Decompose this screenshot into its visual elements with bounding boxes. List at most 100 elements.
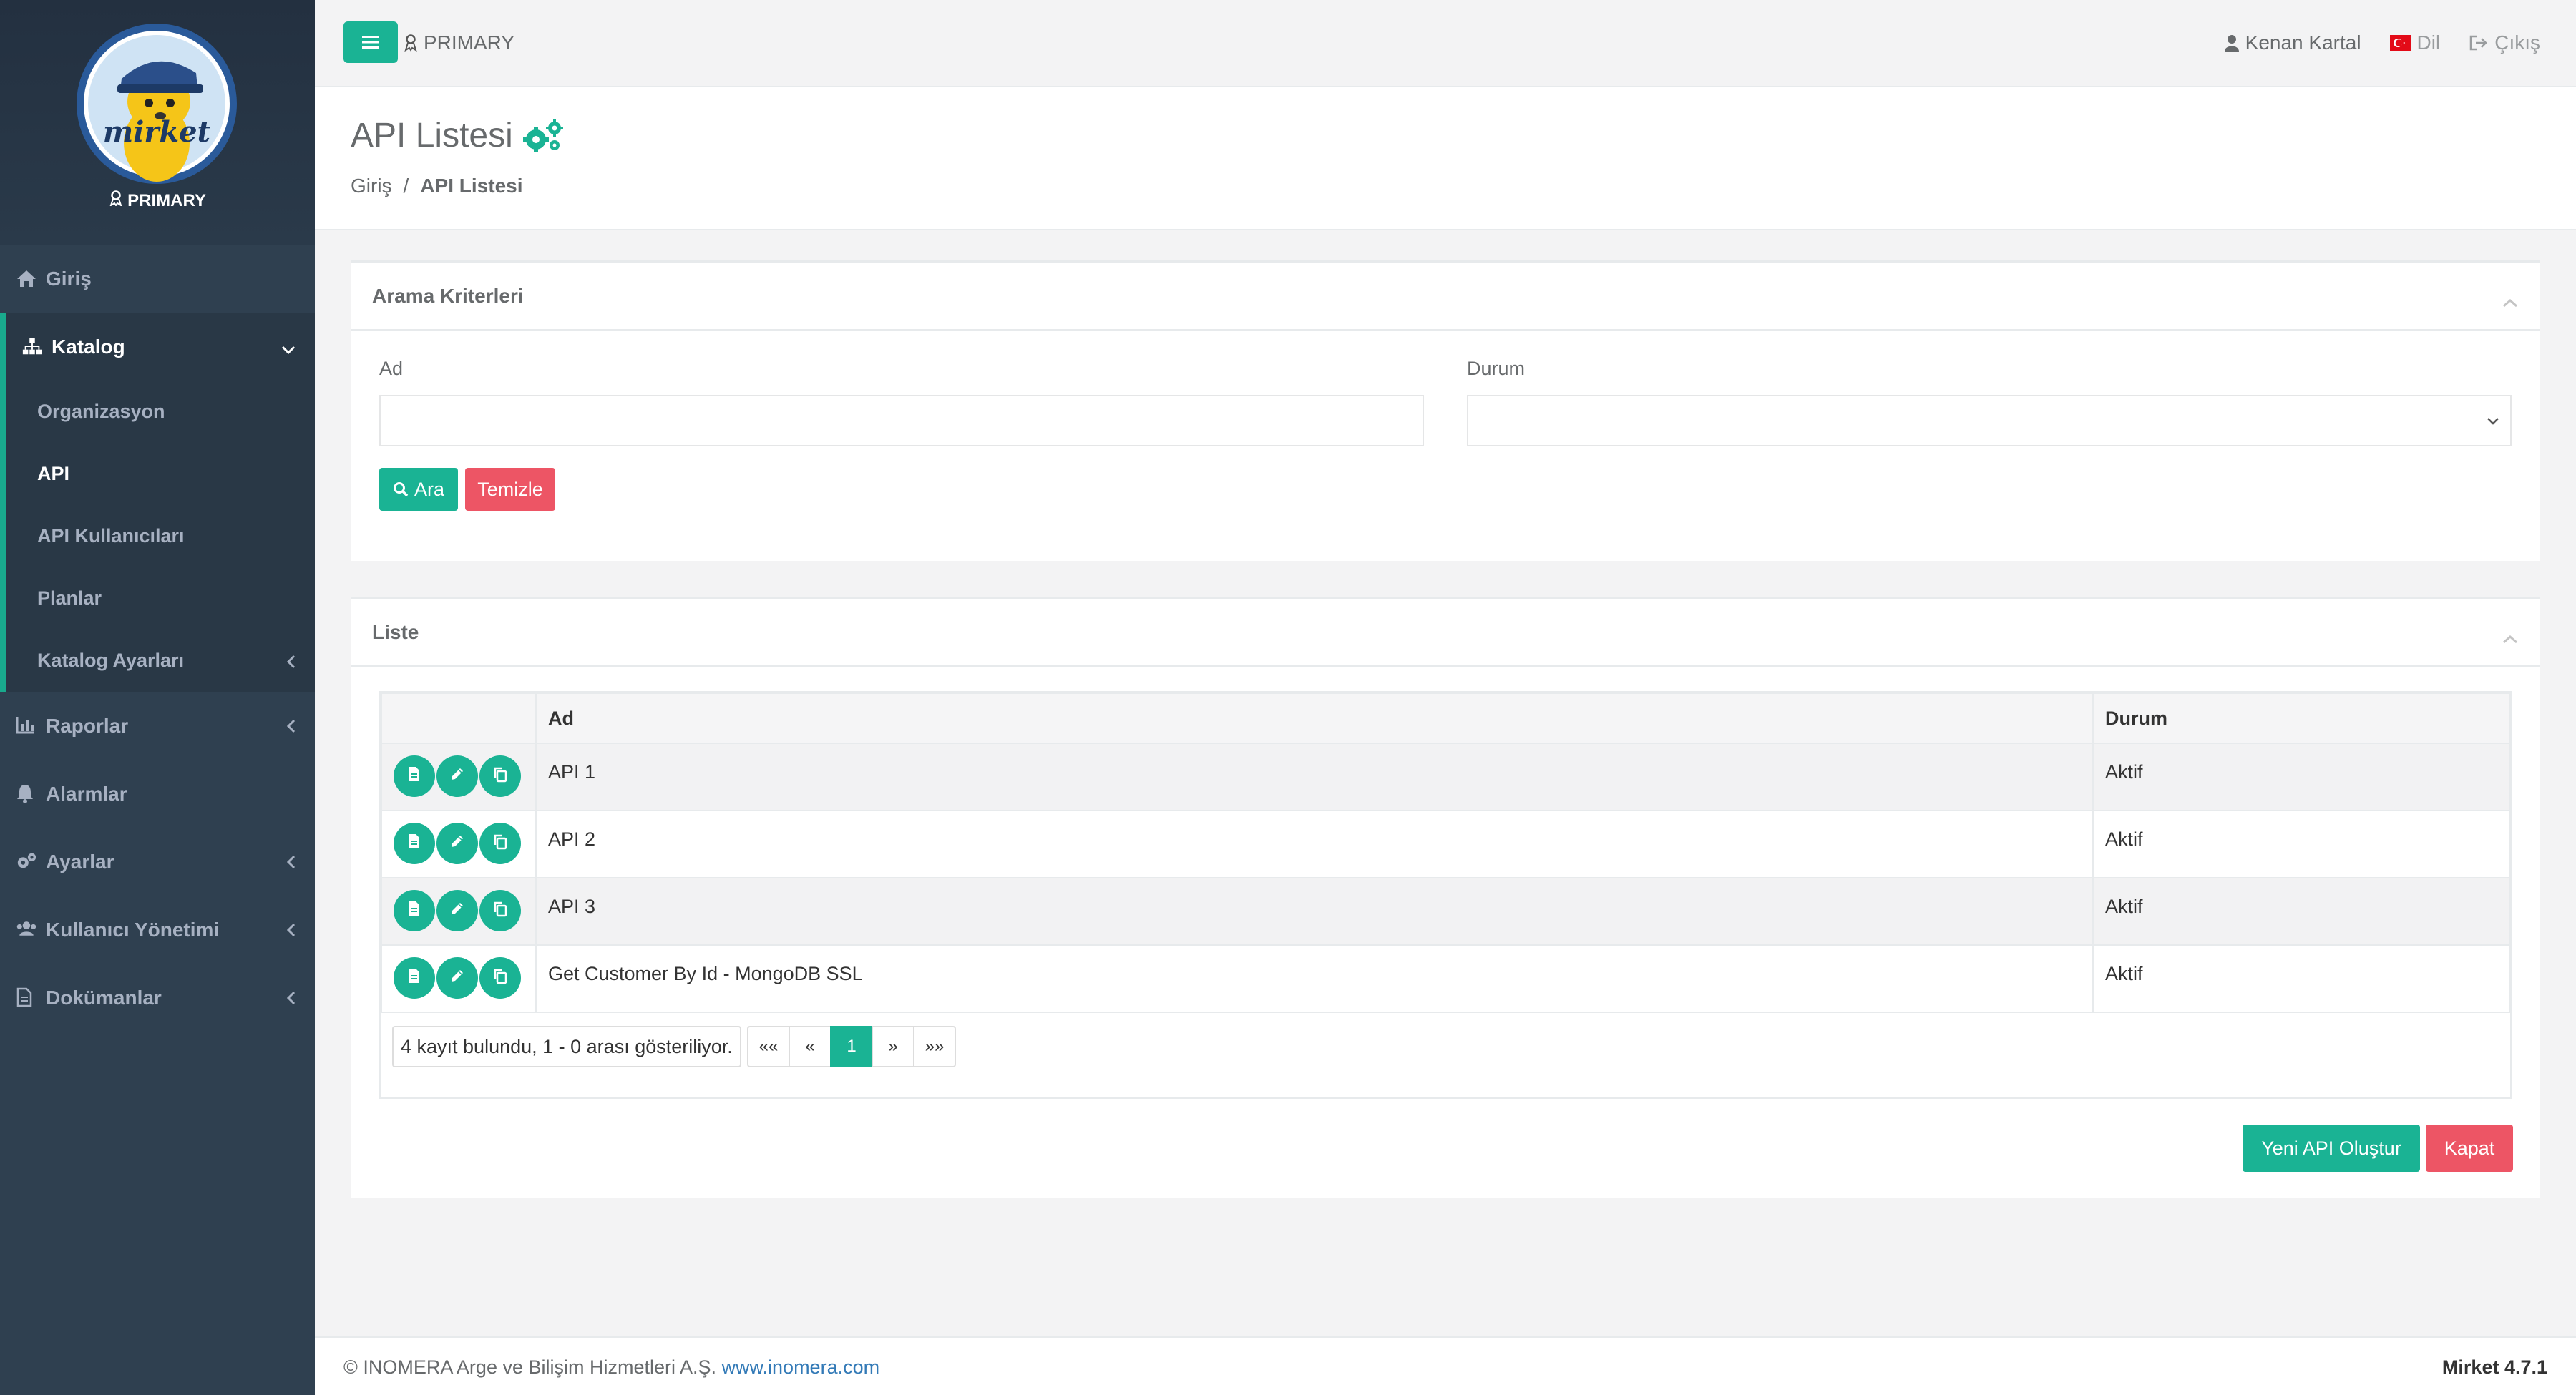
sidebar-item-dokumanlar[interactable]: Dokümanlar — [0, 964, 315, 1032]
sidebar-subitem-api-users[interactable]: API Kullanıcıları — [6, 505, 315, 567]
chevron-down-icon — [280, 337, 296, 360]
bar-chart-icon — [16, 715, 37, 737]
current-page-button[interactable]: 1 — [830, 1026, 873, 1067]
api-name-cell: API 1 — [535, 743, 2094, 811]
sidebar-item-label: Alarmlar — [46, 782, 127, 805]
sidebar-org-label: PRIMARY — [0, 190, 315, 211]
record-count-info: 4 kayıt bulundu, 1 - 0 arası gösteriliyo… — [392, 1026, 741, 1067]
sidebar-subitem-label: Katalog Ayarları — [37, 650, 185, 671]
gears-icon — [522, 119, 563, 152]
breadcrumb-separator: / — [403, 175, 409, 197]
pagination-area: 4 kayıt bulundu, 1 - 0 arası gösteriliyo… — [381, 1013, 2510, 1099]
name-search-input[interactable] — [379, 395, 1424, 446]
catalog-submenu: Organizasyon API API Kullanıcıları Planl… — [0, 381, 315, 692]
search-button[interactable]: Ara — [379, 468, 458, 511]
copy-button[interactable] — [479, 890, 521, 931]
row-actions — [381, 944, 537, 1013]
sidebar-item-alarmlar[interactable]: Alarmlar — [0, 760, 315, 828]
chevron-up-icon[interactable] — [2502, 627, 2519, 650]
create-api-button-label: Yeni API Oluştur — [2261, 1137, 2401, 1159]
table-row: API 1 Aktif — [381, 743, 2510, 811]
api-name-cell: Get Customer By Id - MongoDB SSL — [535, 944, 2094, 1013]
breadcrumb-home-link[interactable]: Giriş — [351, 175, 392, 197]
copy-button[interactable] — [479, 957, 521, 999]
clear-button-label: Temizle — [477, 478, 543, 500]
page-title-text: API Listesi — [351, 117, 513, 155]
app-root: mirket PRIMARY Giriş Katalog Organizasyo… — [0, 0, 2576, 1395]
sidebar-subitem-api[interactable]: API — [6, 443, 315, 505]
first-page-button[interactable]: «« — [747, 1026, 790, 1067]
document-icon — [406, 900, 422, 922]
copy-button[interactable] — [479, 755, 521, 797]
users-icon — [16, 919, 37, 941]
sidebar-item-label: Katalog — [52, 335, 125, 358]
edit-button[interactable] — [436, 957, 478, 999]
sidebar-subitem-organizasyon[interactable]: Organizasyon — [6, 381, 315, 443]
edit-button[interactable] — [436, 755, 478, 797]
page-title: API Listesi — [351, 116, 566, 155]
menu-toggle-button[interactable] — [343, 21, 398, 63]
sidebar-subitem-plans[interactable]: Planlar — [6, 567, 315, 630]
org-name: PRIMARY — [127, 191, 206, 210]
language-label: Dil — [2416, 31, 2441, 54]
sitemap-icon — [21, 336, 43, 358]
api-status-cell: Aktif — [2092, 810, 2510, 878]
sidebar-item-ayarlar[interactable]: Ayarlar — [0, 828, 315, 896]
logout-link[interactable]: Çıkış — [2469, 31, 2540, 54]
edit-button[interactable] — [436, 890, 478, 931]
sidebar-subitem-catalog-settings[interactable]: Katalog Ayarları — [6, 630, 315, 692]
copy-button[interactable] — [479, 823, 521, 864]
language-menu[interactable]: Dil — [2389, 31, 2441, 54]
table-row: Get Customer By Id - MongoDB SSL Aktif — [381, 944, 2510, 1013]
search-icon — [393, 482, 409, 497]
list-panel-title-text: Liste — [372, 621, 419, 643]
mirket-logo: mirket — [77, 24, 237, 184]
sidebar-subitem-label: Planlar — [37, 587, 102, 609]
name-column-header[interactable]: Ad — [535, 692, 2094, 744]
sidebar-item-kullanici-yonetimi[interactable]: Kullanıcı Yönetimi — [0, 896, 315, 964]
hamburger-icon — [362, 36, 379, 49]
top-right-menu: Kenan Kartal Dil Çıkış — [2224, 31, 2540, 54]
user-icon — [2224, 35, 2239, 52]
sidebar-item-raporlar[interactable]: Raporlar — [0, 692, 315, 760]
logo-wordmark: mirket — [103, 115, 211, 149]
top-navbar: PRIMARY Kenan Kartal Dil Çıkış — [315, 0, 2576, 87]
user-menu[interactable]: Kenan Kartal — [2224, 31, 2361, 54]
search-panel-title-text: Arama Kriterleri — [372, 285, 524, 307]
search-panel: Arama Kriterleri Ad Durum Ara Temizle — [351, 260, 2540, 561]
status-select[interactable] — [1467, 395, 2512, 446]
close-button[interactable]: Kapat — [2426, 1125, 2513, 1172]
sidebar-item-label: Ayarlar — [46, 850, 114, 873]
status-column-header[interactable]: Durum — [2092, 692, 2510, 744]
pagination: «« « 1 » »» — [747, 1026, 956, 1067]
chevron-left-icon — [286, 852, 296, 875]
view-details-button[interactable] — [394, 823, 435, 864]
list-panel-title: Liste — [351, 599, 2540, 667]
previous-page-button[interactable]: « — [789, 1026, 831, 1067]
company-link[interactable]: www.inomera.com — [722, 1356, 880, 1378]
edit-button[interactable] — [436, 823, 478, 864]
last-page-button[interactable]: »» — [913, 1026, 956, 1067]
api-table: Ad Durum API 1 Aktif API 2 Aktif API 3 Aktif G… — [381, 692, 2510, 1013]
actions-column-header — [381, 692, 537, 744]
create-api-button[interactable]: Yeni API Oluştur — [2243, 1125, 2420, 1172]
table-row: API 2 Aktif — [381, 810, 2510, 878]
close-button-label: Kapat — [2444, 1137, 2495, 1159]
chevron-left-icon — [286, 716, 296, 739]
view-details-button[interactable] — [394, 890, 435, 931]
chevron-left-icon — [286, 988, 296, 1011]
sidebar-item-giris[interactable]: Giriş — [0, 245, 315, 313]
copy-icon — [492, 900, 509, 922]
chevron-up-icon[interactable] — [2502, 290, 2519, 313]
document-icon — [406, 833, 422, 855]
view-details-button[interactable] — [394, 957, 435, 999]
sidebar-item-label: Giriş — [46, 267, 92, 290]
sidebar-item-katalog[interactable]: Katalog — [0, 313, 315, 381]
view-details-button[interactable] — [394, 755, 435, 797]
top-org-label: PRIMARY — [404, 31, 514, 54]
status-field-label: Durum — [1467, 358, 1526, 379]
document-icon — [406, 967, 422, 989]
clear-button[interactable]: Temizle — [465, 468, 555, 511]
logout-label: Çıkış — [2494, 31, 2540, 54]
next-page-button[interactable]: » — [872, 1026, 914, 1067]
